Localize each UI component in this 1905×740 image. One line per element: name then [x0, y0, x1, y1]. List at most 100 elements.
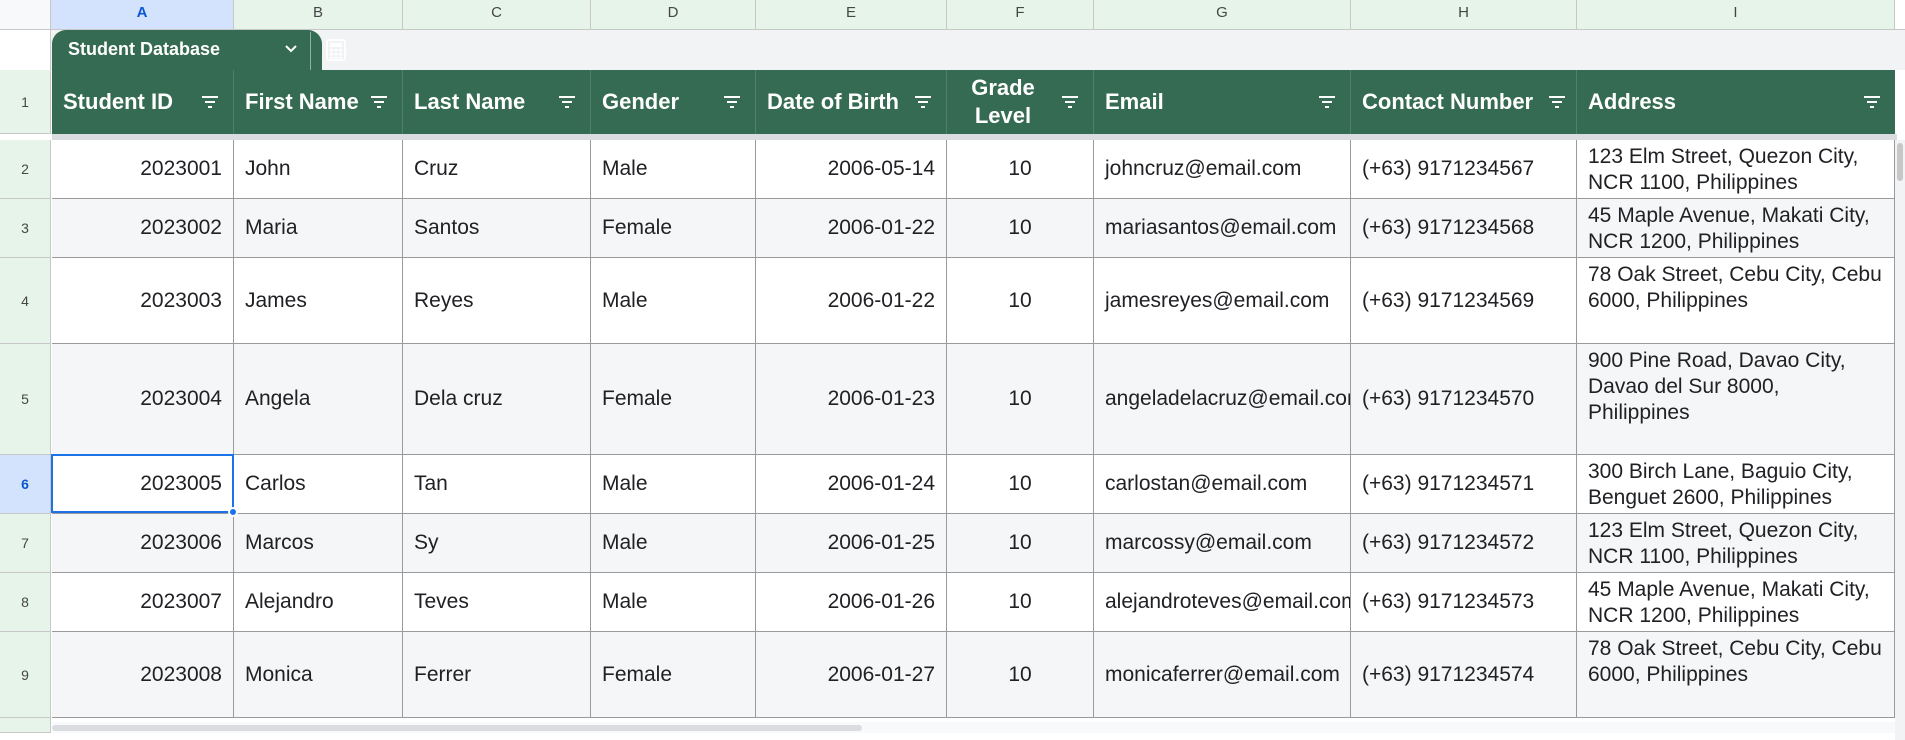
- cell-email[interactable]: angeladelacruz@email.com: [1094, 344, 1351, 455]
- header-date-of-birth[interactable]: Date of Birth: [756, 70, 947, 134]
- cell-date-of-birth[interactable]: 2006-01-25: [756, 514, 947, 573]
- cell-grade-level[interactable]: 10: [947, 514, 1094, 573]
- cell-date-of-birth[interactable]: 2006-01-27: [756, 632, 947, 718]
- filter-icon[interactable]: [723, 95, 741, 109]
- table-name[interactable]: Student Database: [68, 39, 220, 60]
- cell-date-of-birth[interactable]: 2006-01-26: [756, 573, 947, 632]
- cell-date-of-birth[interactable]: 2006-01-22: [756, 199, 947, 258]
- cell-first-name[interactable]: Monica: [234, 632, 403, 718]
- cell-first-name[interactable]: Angela: [234, 344, 403, 455]
- cell-student-id[interactable]: 2023006: [52, 514, 234, 573]
- cell-last-name[interactable]: Cruz: [403, 140, 591, 199]
- cell-address[interactable]: 78 Oak Street, Cebu City, Cebu 6000, Phi…: [1577, 258, 1895, 344]
- filter-icon[interactable]: [370, 95, 388, 109]
- column-header-c[interactable]: C: [403, 0, 591, 29]
- cell-gender[interactable]: Female: [591, 344, 756, 455]
- filter-icon[interactable]: [914, 95, 932, 109]
- row-number[interactable]: 4: [0, 258, 51, 344]
- filter-icon[interactable]: [1318, 95, 1336, 109]
- header-last-name[interactable]: Last Name: [403, 70, 591, 134]
- cell-contact-number[interactable]: (+63) 9171234571: [1351, 455, 1577, 514]
- cell-address[interactable]: 123 Elm Street, Quezon City, NCR 1100, P…: [1577, 140, 1895, 199]
- cell-email[interactable]: monicaferrer@email.com: [1094, 632, 1351, 718]
- cell-last-name[interactable]: Santos: [403, 199, 591, 258]
- cell-last-name[interactable]: Tan: [403, 455, 591, 514]
- column-header-f[interactable]: F: [947, 0, 1094, 29]
- cell-date-of-birth[interactable]: 2006-01-24: [756, 455, 947, 514]
- cell-grade-level[interactable]: 10: [947, 258, 1094, 344]
- row-number[interactable]: 7: [0, 514, 51, 573]
- cell-last-name[interactable]: Sy: [403, 514, 591, 573]
- column-header-g[interactable]: G: [1094, 0, 1351, 29]
- header-email[interactable]: Email: [1094, 70, 1351, 134]
- cell-email[interactable]: marcossy@email.com: [1094, 514, 1351, 573]
- vertical-scrollbar[interactable]: [1895, 140, 1905, 740]
- cell-student-id[interactable]: 2023008: [52, 632, 234, 718]
- cell-email[interactable]: carlostan@email.com: [1094, 455, 1351, 514]
- row-number[interactable]: 5: [0, 344, 51, 455]
- cell-address[interactable]: 300 Birch Lane, Baguio City, Benguet 260…: [1577, 455, 1895, 514]
- cell-grade-level[interactable]: 10: [947, 344, 1094, 455]
- cell-first-name[interactable]: James: [234, 258, 403, 344]
- cell-contact-number[interactable]: (+63) 9171234568: [1351, 199, 1577, 258]
- cell-grade-level[interactable]: 10: [947, 455, 1094, 514]
- header-gender[interactable]: Gender: [591, 70, 756, 134]
- row-number[interactable]: 1: [0, 70, 51, 134]
- fill-handle[interactable]: [228, 507, 238, 517]
- cell-address[interactable]: 123 Elm Street, Quezon City, NCR 1100, P…: [1577, 514, 1895, 573]
- row-number[interactable]: 3: [0, 199, 51, 258]
- cell-student-id[interactable]: 2023001: [52, 140, 234, 199]
- cell-first-name[interactable]: Maria: [234, 199, 403, 258]
- cell-last-name[interactable]: Dela cruz: [403, 344, 591, 455]
- cell-gender[interactable]: Female: [591, 199, 756, 258]
- cell-gender[interactable]: Female: [591, 632, 756, 718]
- calculator-icon[interactable]: [324, 38, 348, 62]
- cell-last-name[interactable]: Ferrer: [403, 632, 591, 718]
- column-header-h[interactable]: H: [1351, 0, 1577, 29]
- column-header-i[interactable]: I: [1577, 0, 1895, 29]
- header-grade-level[interactable]: Grade Level: [947, 70, 1094, 134]
- cell-student-id[interactable]: 2023005: [52, 455, 234, 514]
- cell-grade-level[interactable]: 10: [947, 632, 1094, 718]
- cell-first-name[interactable]: Alejandro: [234, 573, 403, 632]
- filter-icon[interactable]: [558, 95, 576, 109]
- horizontal-scrollbar[interactable]: [52, 722, 1895, 733]
- header-address[interactable]: Address: [1577, 70, 1895, 134]
- chevron-down-icon[interactable]: [284, 42, 298, 59]
- row-number[interactable]: 9: [0, 632, 51, 718]
- vertical-scroll-thumb[interactable]: [1897, 143, 1903, 181]
- cell-gender[interactable]: Male: [591, 573, 756, 632]
- cell-gender[interactable]: Male: [591, 455, 756, 514]
- cell-first-name[interactable]: Marcos: [234, 514, 403, 573]
- cell-contact-number[interactable]: (+63) 9171234570: [1351, 344, 1577, 455]
- cell-contact-number[interactable]: (+63) 9171234567: [1351, 140, 1577, 199]
- cell-address[interactable]: 45 Maple Avenue, Makati City, NCR 1200, …: [1577, 573, 1895, 632]
- cell-gender[interactable]: Male: [591, 140, 756, 199]
- cell-gender[interactable]: Male: [591, 514, 756, 573]
- cell-student-id[interactable]: 2023004: [52, 344, 234, 455]
- row-number[interactable]: [0, 718, 51, 733]
- column-header-b[interactable]: B: [234, 0, 403, 29]
- cell-last-name[interactable]: Reyes: [403, 258, 591, 344]
- cell-address[interactable]: 78 Oak Street, Cebu City, Cebu 6000, Phi…: [1577, 632, 1895, 718]
- cell-contact-number[interactable]: (+63) 9171234572: [1351, 514, 1577, 573]
- cell-student-id[interactable]: 2023002: [52, 199, 234, 258]
- row-number[interactable]: 2: [0, 140, 51, 199]
- cell-first-name[interactable]: Carlos: [234, 455, 403, 514]
- cell-address[interactable]: 45 Maple Avenue, Makati City, NCR 1200, …: [1577, 199, 1895, 258]
- column-header-e[interactable]: E: [756, 0, 947, 29]
- column-header-a[interactable]: A: [51, 0, 234, 29]
- cell-address[interactable]: 900 Pine Road, Davao City, Davao del Sur…: [1577, 344, 1895, 455]
- cell-email[interactable]: jamesreyes@email.com: [1094, 258, 1351, 344]
- filter-icon[interactable]: [201, 95, 219, 109]
- horizontal-scroll-thumb[interactable]: [52, 725, 862, 731]
- filter-icon[interactable]: [1548, 95, 1566, 109]
- cell-last-name[interactable]: Teves: [403, 573, 591, 632]
- cell-contact-number[interactable]: (+63) 9171234569: [1351, 258, 1577, 344]
- cell-grade-level[interactable]: 10: [947, 573, 1094, 632]
- cell-contact-number[interactable]: (+63) 9171234574: [1351, 632, 1577, 718]
- cell-date-of-birth[interactable]: 2006-05-14: [756, 140, 947, 199]
- cell-date-of-birth[interactable]: 2006-01-22: [756, 258, 947, 344]
- cell-email[interactable]: alejandroteves@email.com: [1094, 573, 1351, 632]
- cell-date-of-birth[interactable]: 2006-01-23: [756, 344, 947, 455]
